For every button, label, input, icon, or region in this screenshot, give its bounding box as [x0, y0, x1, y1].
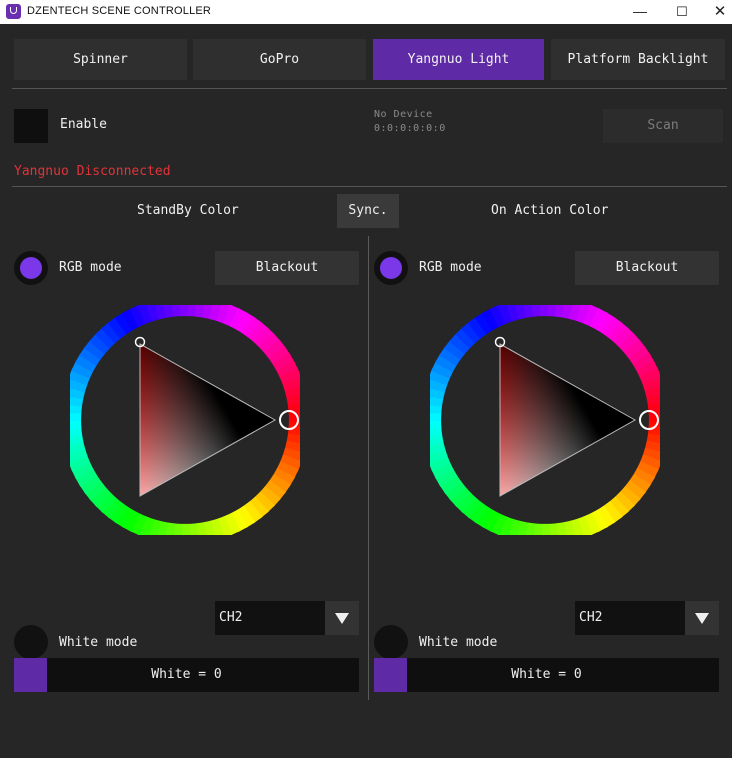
dropdown-arrow-icon[interactable] — [325, 601, 359, 635]
color-wheel[interactable] — [430, 305, 660, 535]
standby-color-panel: RGB mode Blackout White mode CH2 White =… — [14, 250, 360, 692]
connection-status: Yangnuo Disconnected — [14, 164, 171, 179]
channel-select-value: CH2 — [219, 610, 243, 625]
divider — [12, 186, 727, 187]
white-value-label: White = 0 — [151, 667, 222, 682]
radio-selected-dot — [380, 257, 402, 279]
device-address: 0:0:0:0:0:0 — [374, 123, 446, 134]
channel-select-value: CH2 — [579, 610, 603, 625]
column-divider — [368, 236, 369, 700]
tab-gopro[interactable]: GoPro — [193, 39, 366, 80]
tab-yangnuo-light[interactable]: Yangnuo Light — [373, 39, 544, 80]
triangle-black-gradient — [140, 344, 275, 496]
rgb-mode-radio[interactable] — [14, 251, 48, 285]
triangle-black-gradient — [500, 344, 635, 496]
divider — [12, 88, 727, 89]
close-button[interactable]: ✕ — [698, 0, 740, 24]
sync-button[interactable]: Sync. — [337, 194, 399, 228]
window-edge — [732, 24, 740, 762]
channel-select[interactable]: CH2 — [215, 601, 359, 635]
window-edge — [0, 758, 740, 762]
window-title: DZENTECH SCENE CONTROLLER — [27, 5, 212, 17]
on-action-color-panel: RGB mode Blackout White mode CH2 White =… — [374, 250, 720, 692]
blackout-button[interactable]: Blackout — [575, 251, 719, 285]
tab-platform-backlight[interactable]: Platform Backlight — [551, 39, 725, 80]
app-logo-icon — [6, 4, 21, 19]
minimize-button[interactable]: — — [618, 0, 662, 24]
rgb-mode-radio[interactable] — [374, 251, 408, 285]
channel-select[interactable]: CH2 — [575, 601, 719, 635]
rgb-mode-label: RGB mode — [419, 260, 482, 275]
scan-button[interactable]: Scan — [603, 109, 723, 143]
white-mode-radio[interactable] — [374, 625, 408, 659]
rgb-mode-label: RGB mode — [59, 260, 122, 275]
device-name: No Device — [374, 109, 433, 120]
color-wheel[interactable] — [70, 305, 300, 535]
blackout-button[interactable]: Blackout — [215, 251, 359, 285]
title-bar: DZENTECH SCENE CONTROLLER — ☐ ✕ — [0, 0, 740, 24]
white-mode-label: White mode — [59, 635, 138, 650]
enable-label: Enable — [60, 117, 107, 132]
white-slider[interactable]: White = 0 — [374, 658, 719, 692]
white-mode-label: White mode — [419, 635, 498, 650]
white-slider[interactable]: White = 0 — [14, 658, 359, 692]
on-action-color-title: On Action Color — [491, 203, 609, 218]
enable-checkbox[interactable] — [14, 109, 48, 143]
white-mode-radio[interactable] — [14, 625, 48, 659]
dropdown-arrow-icon[interactable] — [685, 601, 719, 635]
main-window: Spinner GoPro Yangnuo Light Platform Bac… — [0, 24, 732, 758]
tab-spinner[interactable]: Spinner — [14, 39, 187, 80]
radio-selected-dot — [20, 257, 42, 279]
standby-color-title: StandBy Color — [137, 203, 239, 218]
white-value-label: White = 0 — [511, 667, 582, 682]
